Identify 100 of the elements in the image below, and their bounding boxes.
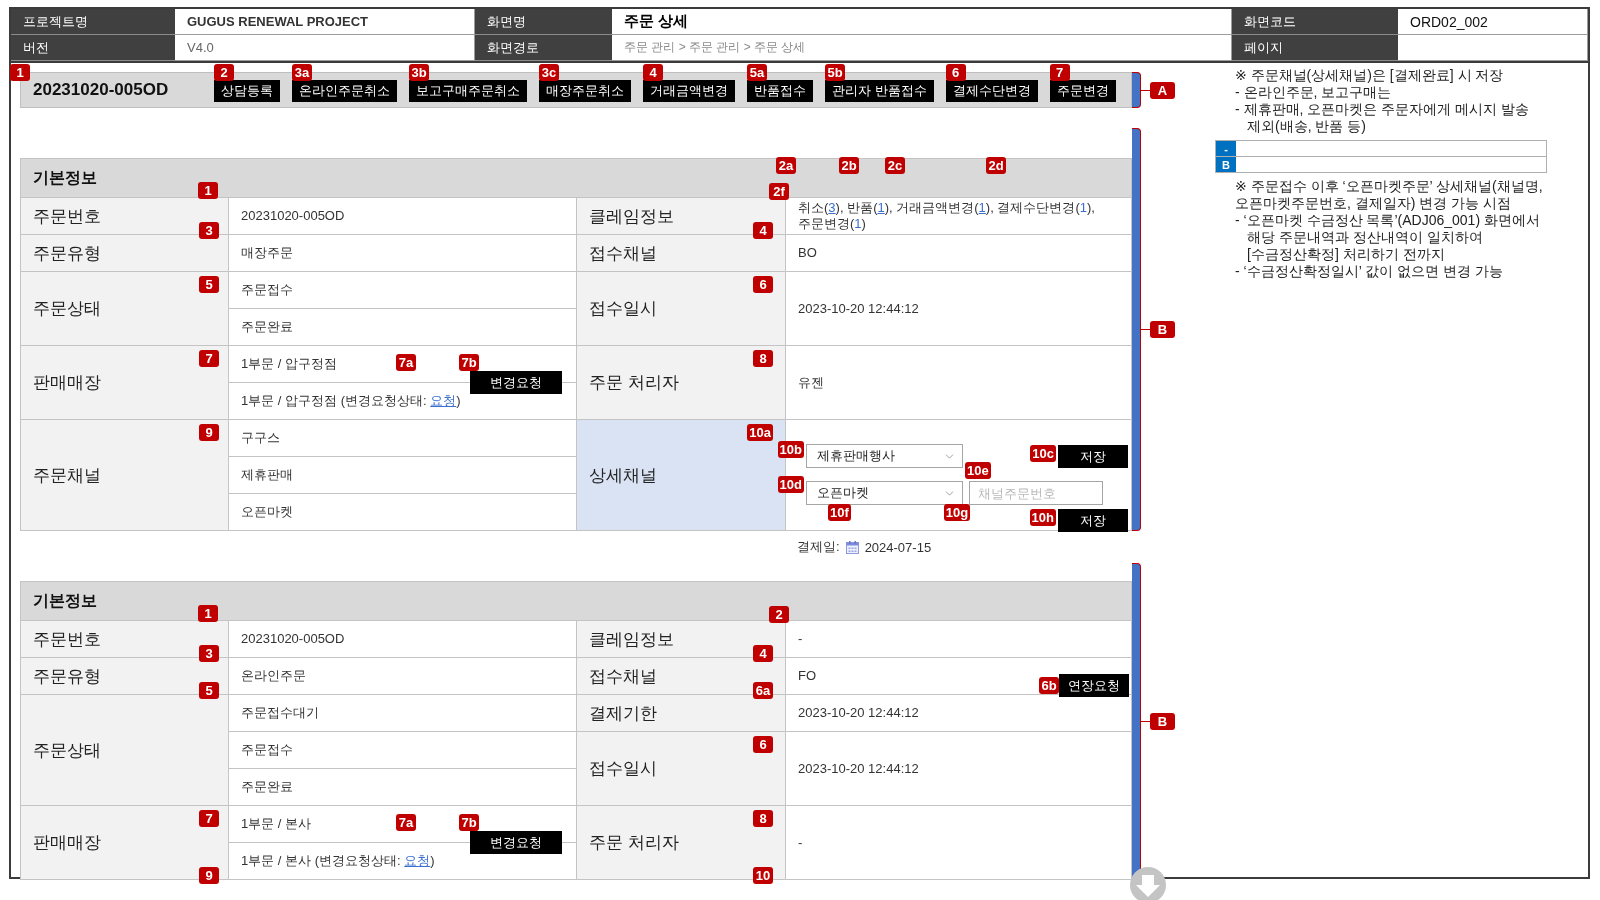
callout-marker: 3a xyxy=(292,64,312,81)
callout-marker: 6a xyxy=(753,682,773,699)
callout-marker: 8 xyxy=(753,810,773,827)
value-cell: BO xyxy=(786,235,1132,272)
action-button[interactable]: 거래금액변경 xyxy=(643,80,735,102)
action-button[interactable]: 온라인주문취소 xyxy=(292,80,397,102)
callout-marker: 10h xyxy=(1029,509,1056,526)
value-cell: 주문완료 xyxy=(229,769,577,806)
value-cell: 유젠 xyxy=(786,346,1132,420)
text-link[interactable]: 1 xyxy=(1079,200,1087,215)
value-cell: 20231020-005OD xyxy=(229,621,577,658)
callout-marker: 7 xyxy=(199,810,219,827)
note-text: ※ 주문접수 이후 ‘오픈마켓주문’ 상세채널(채널명, 오픈마켓주문번호, 결제일자) 변경 가능 시점 xyxy=(1235,178,1544,212)
callout-marker: 7b xyxy=(459,814,479,831)
callout-marker: 7a xyxy=(396,814,416,831)
note-text: - 제휴판매, 오픈마켓은 주문자에게 메시지 발송 제외(배송, 반품 등) xyxy=(1235,101,1530,135)
field-label: 결제일: xyxy=(797,538,840,556)
text-link[interactable]: 1 xyxy=(978,200,986,215)
value-cell: 오픈마켓 xyxy=(229,494,577,531)
action-button[interactable]: 관리자 반품접수 xyxy=(825,80,934,102)
screen-code: ORD02_002 xyxy=(1398,9,1588,35)
value-cell: - xyxy=(786,806,1132,880)
callout-marker: 3b xyxy=(409,64,429,81)
value-cell: 제휴판매 xyxy=(229,457,577,494)
callout-marker: 3 xyxy=(199,645,219,662)
text-link[interactable]: 요청 xyxy=(404,853,431,868)
header-label: 화면경로 xyxy=(475,35,612,61)
request-button[interactable]: 변경요청 xyxy=(470,831,562,854)
callout-marker: 5b xyxy=(825,64,845,81)
callout-marker: 10d xyxy=(777,476,804,493)
callout-marker: 6b xyxy=(1039,677,1059,694)
header-label: 프로젝트명 xyxy=(11,9,175,35)
revision-mark: - xyxy=(1216,141,1236,156)
callout-marker: 10f xyxy=(828,504,851,521)
callout-marker: 9 xyxy=(199,424,219,441)
callout-marker: 10c xyxy=(1030,445,1056,462)
request-button[interactable]: 연장요청 xyxy=(1059,674,1129,697)
note-text: - ‘오픈마켓 수금정산 목록’(ADJ06_001) 화면에서 해당 주문내역과 정산내역이 일치하여 [수금정산확정] 처리하기 전까지 xyxy=(1235,212,1541,263)
callout-marker: 7 xyxy=(199,350,219,367)
value-cell: 2023-10-20 12:44:12 xyxy=(786,732,1132,806)
note-text: - ‘수금정산확정일시’ 값이 없으면 변경 가능 xyxy=(1235,263,1504,280)
callout-marker: 10a xyxy=(747,424,773,441)
value-cell: 주문완료 xyxy=(229,309,577,346)
callout-marker: 3 xyxy=(199,222,219,239)
callout-marker: 7 xyxy=(1049,64,1070,81)
header-label: 버전 xyxy=(11,35,175,61)
action-button[interactable]: 결제수단변경 xyxy=(945,80,1038,102)
callout-marker: 2c xyxy=(885,157,905,174)
callout-marker: B xyxy=(1150,713,1175,730)
value-cell: 20231020-005OD xyxy=(229,198,577,235)
value-cell: 2023-10-20 12:44:12 xyxy=(786,695,1132,732)
save-button[interactable]: 저장 xyxy=(1058,445,1128,468)
save-button[interactable]: 저장 xyxy=(1058,509,1128,532)
channel-select[interactable]: 오픈마켓 xyxy=(806,481,963,505)
text-link[interactable]: 1 xyxy=(854,216,862,231)
revision-mark: B xyxy=(1216,157,1236,172)
callout-marker: 2f xyxy=(769,183,789,200)
channel-select[interactable]: 제휴판매행사 xyxy=(806,444,963,468)
label-cell: 주문유형 xyxy=(21,235,229,272)
label-cell: 접수채널 xyxy=(577,235,786,272)
input-field[interactable]: 채널주문번호 xyxy=(969,481,1103,505)
callout-marker: A xyxy=(1150,81,1175,99)
action-button[interactable]: 반품접수 xyxy=(747,80,813,102)
callout-marker: 9 xyxy=(199,867,219,884)
callout-marker: 4 xyxy=(753,645,773,662)
action-button[interactable]: 주문변경 xyxy=(1049,80,1116,102)
value-cell: 온라인주문 xyxy=(229,658,577,695)
callout-marker: 7a xyxy=(396,354,416,371)
text-link[interactable]: 1 xyxy=(877,200,885,215)
label-cell: 주문상태 xyxy=(21,695,229,806)
text-link[interactable]: 3 xyxy=(828,200,836,215)
date-value: 2024-07-15 xyxy=(864,539,932,555)
value-cell: 주문접수 xyxy=(229,272,577,309)
text-link[interactable]: 요청 xyxy=(430,393,457,408)
header-label: 화면명 xyxy=(475,9,612,35)
callout-marker: 5a xyxy=(747,64,767,81)
header-label: 화면코드 xyxy=(1232,9,1398,35)
callout-marker: 10e xyxy=(965,462,991,479)
action-button[interactable]: 보고구매주문취소 xyxy=(409,80,527,102)
note-text: - 온라인주문, 보고구매는 xyxy=(1235,84,1393,101)
callout-marker: 1 xyxy=(198,605,218,622)
callout-marker: 4 xyxy=(753,222,773,239)
callout-marker: 1 xyxy=(198,182,218,199)
callout-marker: 8 xyxy=(753,350,773,367)
callout-marker: 3c xyxy=(539,64,559,81)
callout-marker: 2 xyxy=(214,64,234,81)
callout-marker: 4 xyxy=(643,64,663,81)
value-cell: - xyxy=(786,621,1132,658)
callout-marker: B xyxy=(1150,321,1175,338)
version-text: V4.0 xyxy=(175,35,475,61)
callout-marker: 1 xyxy=(10,64,30,81)
action-button[interactable]: 매장주문취소 xyxy=(539,80,631,102)
header-label: 페이지 xyxy=(1232,35,1398,61)
request-button[interactable]: 변경요청 xyxy=(470,371,562,394)
callout-marker: 10b xyxy=(777,441,804,458)
callout-marker: 10 xyxy=(753,867,773,884)
callout-marker: 7b xyxy=(459,354,479,371)
screen-title: 주문 상세 xyxy=(612,9,1232,35)
action-button[interactable]: 상담등록 xyxy=(214,80,280,102)
calendar-icon[interactable] xyxy=(845,540,859,554)
